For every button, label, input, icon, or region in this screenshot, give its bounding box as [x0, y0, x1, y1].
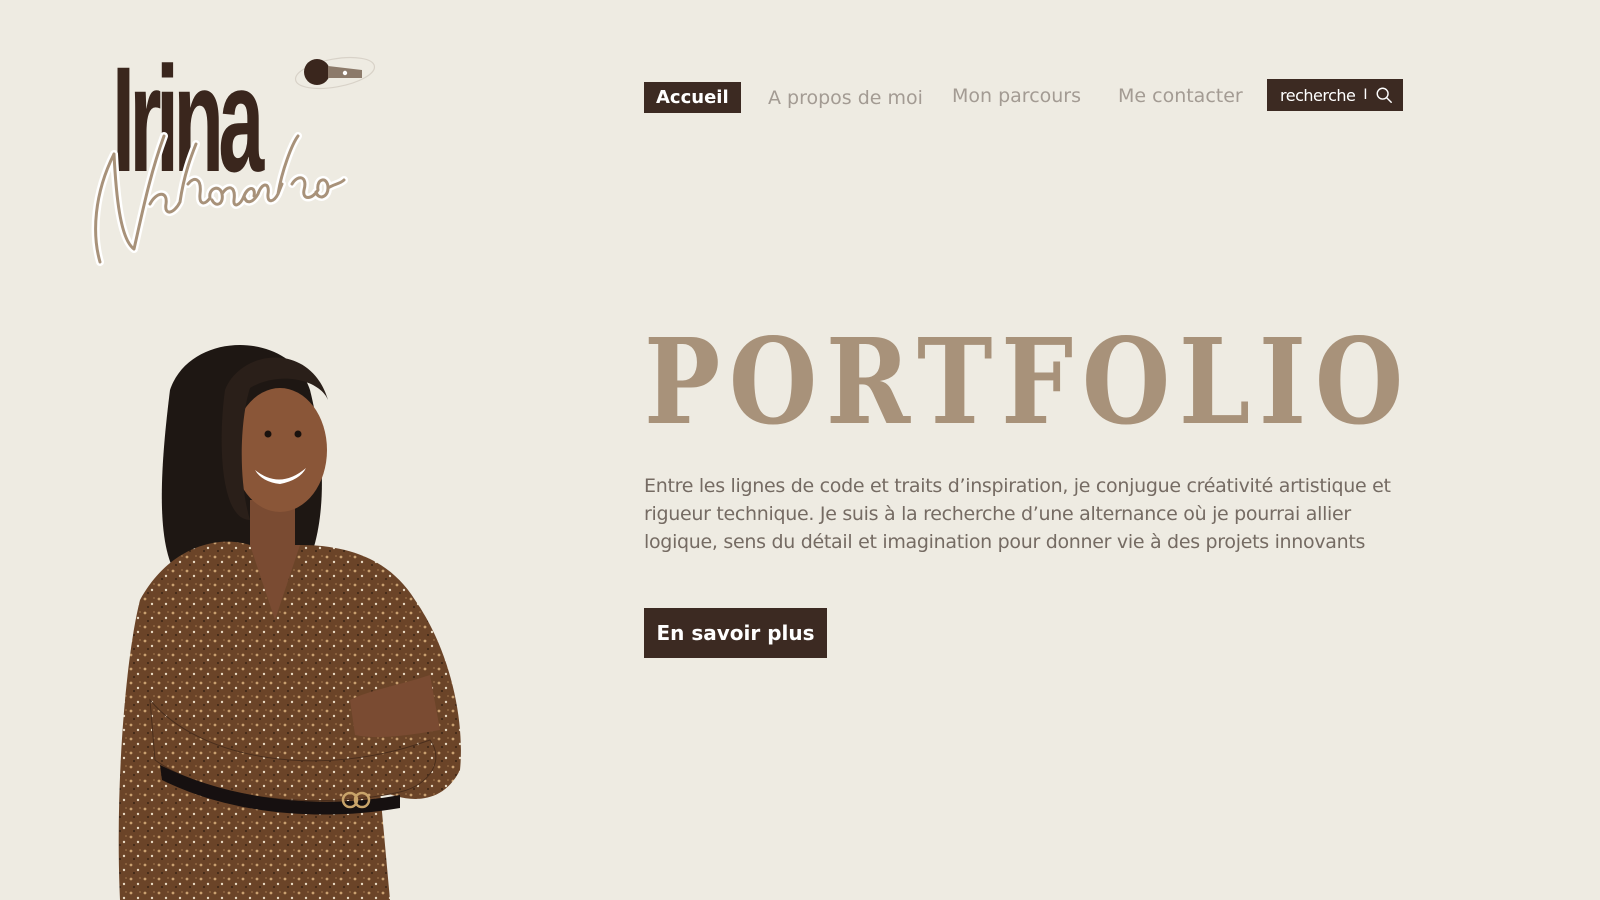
nav-item-a-propos[interactable]: A propos de moi — [768, 87, 923, 109]
learn-more-button[interactable]: En savoir plus — [644, 608, 827, 658]
hero-description: Entre les lignes de code et traits d’ins… — [644, 475, 1391, 553]
search-icon — [1376, 87, 1392, 103]
nav-item-accueil[interactable]: Accueil — [644, 82, 741, 113]
search-label: recherche — [1280, 85, 1356, 105]
nav-item-contact[interactable]: Me contacter — [1118, 85, 1243, 107]
search-button[interactable]: recherche I — [1267, 79, 1403, 111]
search-separator: I — [1363, 87, 1367, 103]
hero-title: PORTFOLIO — [644, 312, 1412, 451]
profile-photo — [118, 345, 461, 900]
site-logo[interactable]: Irina — [72, 44, 392, 284]
nav-item-parcours[interactable]: Mon parcours — [952, 85, 1081, 107]
logo-last-name-script — [91, 132, 348, 266]
